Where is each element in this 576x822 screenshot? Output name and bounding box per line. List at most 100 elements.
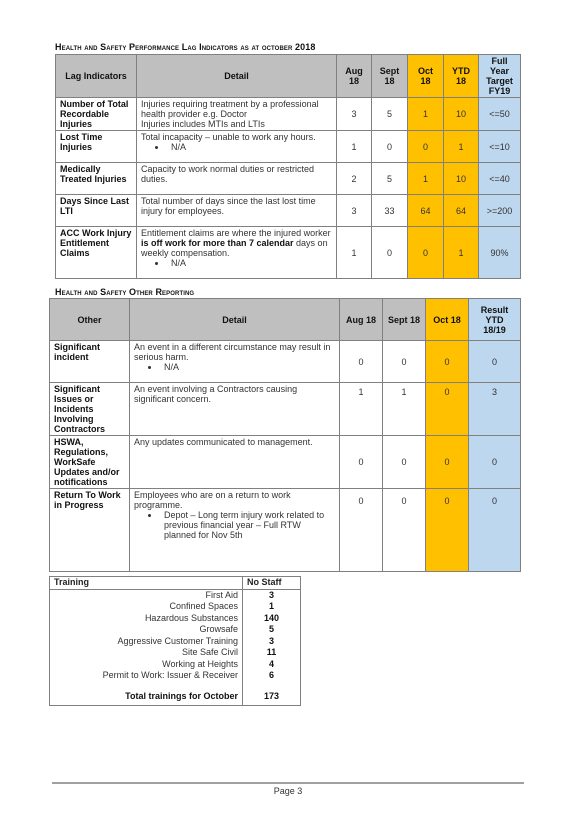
table-row: Medically Treated Injuries Capacity to w… <box>55 162 521 195</box>
footer-divider <box>52 782 524 784</box>
oct-value: 1 <box>407 162 444 195</box>
detail-line: An event involving a Contractors causing… <box>134 384 298 404</box>
aug-value: 0 <box>339 488 383 572</box>
detail-text-start: Entitlement claims are where the injured… <box>141 228 331 238</box>
oct-value: 64 <box>407 194 444 227</box>
detail-line: Total number of days since the last lost… <box>141 196 316 216</box>
target-value: <=40 <box>478 162 521 195</box>
oct-value: 0 <box>425 382 469 436</box>
spacer-cell <box>242 681 301 691</box>
training-row: Aggressive Customer Training 3 <box>50 635 301 647</box>
row-detail: Capacity to work normal duties or restri… <box>136 162 337 195</box>
training-name: Confined Spaces <box>169 601 238 611</box>
aug-value: 0 <box>339 435 383 489</box>
target-value: >=200 <box>478 194 521 227</box>
training-count: 140 <box>242 612 301 624</box>
detail-text: Entitlement claims are where the injured… <box>141 228 332 258</box>
result-value: 0 <box>468 340 521 383</box>
col-header-target: Full Year Target FY19 <box>478 54 521 98</box>
row-detail: Any updates communicated to management. <box>129 435 340 489</box>
row-detail: Total incapacity – unable to work any ho… <box>136 130 337 163</box>
training-count: 4 <box>242 658 301 670</box>
lag-indicators-heading: Health and Safety Performance Lag Indica… <box>55 42 316 52</box>
training-row: First Aid 3 <box>50 589 301 601</box>
training-header-name: Training <box>49 576 243 590</box>
training-row: Confined Spaces 1 <box>50 601 301 613</box>
training-count: 3 <box>242 635 301 647</box>
training-total-row: Total trainings for October 173 <box>50 690 301 706</box>
spacer-cell <box>50 682 243 691</box>
col-header-result: Result YTD 18/19 <box>468 298 521 341</box>
row-label: Return To Work in Progress <box>49 488 130 572</box>
ytd-value: 1 <box>443 226 479 279</box>
result-value: 3 <box>468 382 521 436</box>
training-name: Working at Heights <box>162 658 238 669</box>
aug-value: 1 <box>336 130 372 163</box>
table-row: ACC Work Injury Entitlement Claims Entit… <box>55 226 521 279</box>
row-label: ACC Work Injury Entitlement Claims <box>55 226 137 279</box>
row-detail: Employees who are on a return to work pr… <box>129 488 340 572</box>
col-header-sept: Sept 18 <box>371 54 408 98</box>
aug-value: 2 <box>336 162 372 195</box>
col-header-detail: Detail <box>136 54 337 98</box>
oct-value: 0 <box>425 435 469 489</box>
table-row: Significant incident An event in a diffe… <box>49 340 521 383</box>
training-row: Site Safe Civil 11 <box>50 647 301 659</box>
training-spacer-row <box>50 681 301 691</box>
table-header-row: Lag Indicators Detail Aug 18 Sept 18 Oct… <box>55 54 521 98</box>
sept-value: 5 <box>371 97 408 131</box>
training-header-row: Training No Staff <box>49 576 301 590</box>
training-name: Site Safe Civil <box>181 647 238 657</box>
table-row: HSWA, Regulations, WorkSafe Updates and/… <box>49 435 521 489</box>
other-reporting-table: Other Detail Aug 18 Sept 18 Oct 18 Resul… <box>49 298 521 572</box>
sept-value: 0 <box>371 226 408 279</box>
oct-value: 0 <box>425 488 469 572</box>
detail-line: Total incapacity – unable to work any ho… <box>141 132 316 142</box>
row-detail: An event in a different circumstance may… <box>129 340 340 383</box>
oct-value: 1 <box>407 97 444 131</box>
table-row: Significant Issues or Incidents Involvin… <box>49 382 521 436</box>
sept-value: 5 <box>371 162 408 195</box>
training-table: Training No Staff First Aid 3 Confined Sp… <box>49 576 301 706</box>
row-label: Days Since Last LTI <box>55 194 137 227</box>
oct-value: 0 <box>407 226 444 279</box>
detail-bullet: N/A <box>160 362 335 372</box>
training-row: Growsafe 5 <box>50 624 301 636</box>
row-detail: Entitlement claims are where the injured… <box>136 226 337 279</box>
table-row: Days Since Last LTI Total number of days… <box>55 194 521 227</box>
other-reporting-heading: Health and Safety Other Reporting <box>55 287 195 297</box>
col-header-other: Other <box>49 298 130 341</box>
ytd-value: 64 <box>443 194 479 227</box>
page-number: Page 3 <box>273 786 303 796</box>
training-name: Hazardous Substances <box>144 612 238 623</box>
sept-value: 0 <box>371 130 408 163</box>
training-count: 3 <box>242 589 301 601</box>
detail-line: Injuries requiring treatment by a profes… <box>141 99 319 119</box>
row-label: HSWA, Regulations, WorkSafe Updates and/… <box>49 435 130 489</box>
training-name: Growsafe <box>199 624 238 634</box>
detail-bullet: N/A <box>167 258 332 268</box>
training-total-label: Total trainings for October <box>125 690 238 701</box>
training-name: First Aid <box>205 589 238 600</box>
training-count: 1 <box>242 601 301 613</box>
row-label: Significant Issues or Incidents Involvin… <box>49 382 130 436</box>
target-value: <=50 <box>478 97 521 131</box>
result-value: 0 <box>468 488 521 572</box>
training-name: Aggressive Customer Training <box>117 635 238 646</box>
training-name: Permit to Work: Issuer & Receiver <box>102 670 238 680</box>
row-label: Medically Treated Injuries <box>55 162 137 195</box>
row-label: Significant incident <box>49 340 130 383</box>
col-header-sept: Sept 18 <box>382 298 426 341</box>
table-header-row: Other Detail Aug 18 Sept 18 Oct 18 Resul… <box>49 298 521 341</box>
row-label: Lost Time Injuries <box>55 130 137 163</box>
detail-bullet-list: N/A <box>141 258 332 268</box>
training-count: 5 <box>242 624 301 636</box>
col-header-indicator: Lag Indicators <box>55 54 137 98</box>
detail-bullet: N/A <box>167 142 332 152</box>
col-header-oct: Oct 18 <box>407 54 444 98</box>
training-header-count: No Staff <box>242 576 301 590</box>
training-count: 11 <box>242 647 301 659</box>
aug-value: 3 <box>336 194 372 227</box>
detail-line: Employees who are on a return to work pr… <box>134 490 291 510</box>
row-label: Number of Total Recordable Injuries <box>55 97 137 131</box>
